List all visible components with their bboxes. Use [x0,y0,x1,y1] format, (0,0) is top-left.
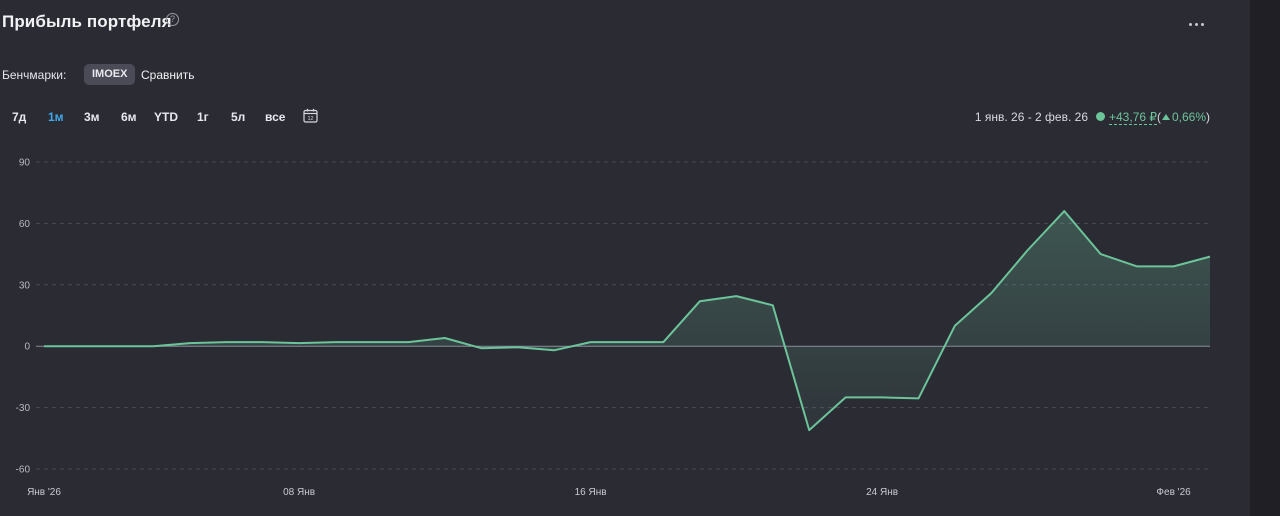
more-horizontal-icon [1195,23,1198,26]
close-paren: ) [1206,110,1211,124]
x-tick-label: 24 Янв [866,487,898,498]
profit-percent-value: 0,66% [1172,110,1207,124]
profit-chart: 90 60 30 0 -30 -60 Янв '26 08 Янв 16 Янв 24 Янв Фе… [16,158,1211,498]
period-5y[interactable]: 5л [231,110,245,124]
period-7d[interactable]: 7д [12,110,26,124]
compare-button[interactable]: Сравнить [141,68,194,82]
question-circle-icon[interactable]: ? [166,13,179,26]
arrow-up-icon [1162,114,1170,120]
right-scroll-area [1250,0,1280,516]
more-horizontal-icon [1201,23,1204,26]
date-range: 1 янв. 26 - 2 фев. 26 [974,110,1088,124]
profit-value: +43,76 ₽ [1109,110,1158,125]
benchmark-chip-imoex[interactable]: IMOEX [84,64,136,85]
x-tick-label: 08 Янв [283,487,315,498]
benchmarks-label: Бенчмарки: [2,68,67,82]
period-all[interactable]: все [265,110,285,124]
period-ytd[interactable]: YTD [154,110,178,124]
y-tick-label: 90 [19,158,31,169]
period-1y[interactable]: 1г [197,110,209,124]
x-tick-label: 16 Янв [575,487,607,498]
period-1m[interactable]: 1м [48,110,64,124]
y-tick-label: 60 [19,219,31,230]
period-3m[interactable]: 3м [84,110,100,124]
y-tick-label: -30 [16,403,31,414]
x-tick-label: Янв '26 [27,487,61,498]
more-options-button[interactable] [1186,15,1210,33]
more-horizontal-icon [1189,23,1192,26]
portfolio-profit-panel: Прибыль портфеля ? Бенчмарки: IMOEX Срав… [0,0,1250,516]
page-title: Прибыль портфеля [2,12,172,31]
y-tick-label: 30 [19,280,31,291]
open-paren: ( [1157,110,1161,124]
x-tick-label: Фев '26 [1156,487,1191,498]
calendar-icon[interactable]: 12 [303,108,318,123]
profit-percent: (0,66%) [1157,110,1210,124]
y-tick-label: 0 [24,342,30,353]
period-6m[interactable]: 6м [121,110,137,124]
profit-dot-icon [1096,112,1105,121]
profit-area [44,211,1210,431]
svg-text:12: 12 [307,116,313,122]
y-tick-label: -60 [16,465,31,476]
